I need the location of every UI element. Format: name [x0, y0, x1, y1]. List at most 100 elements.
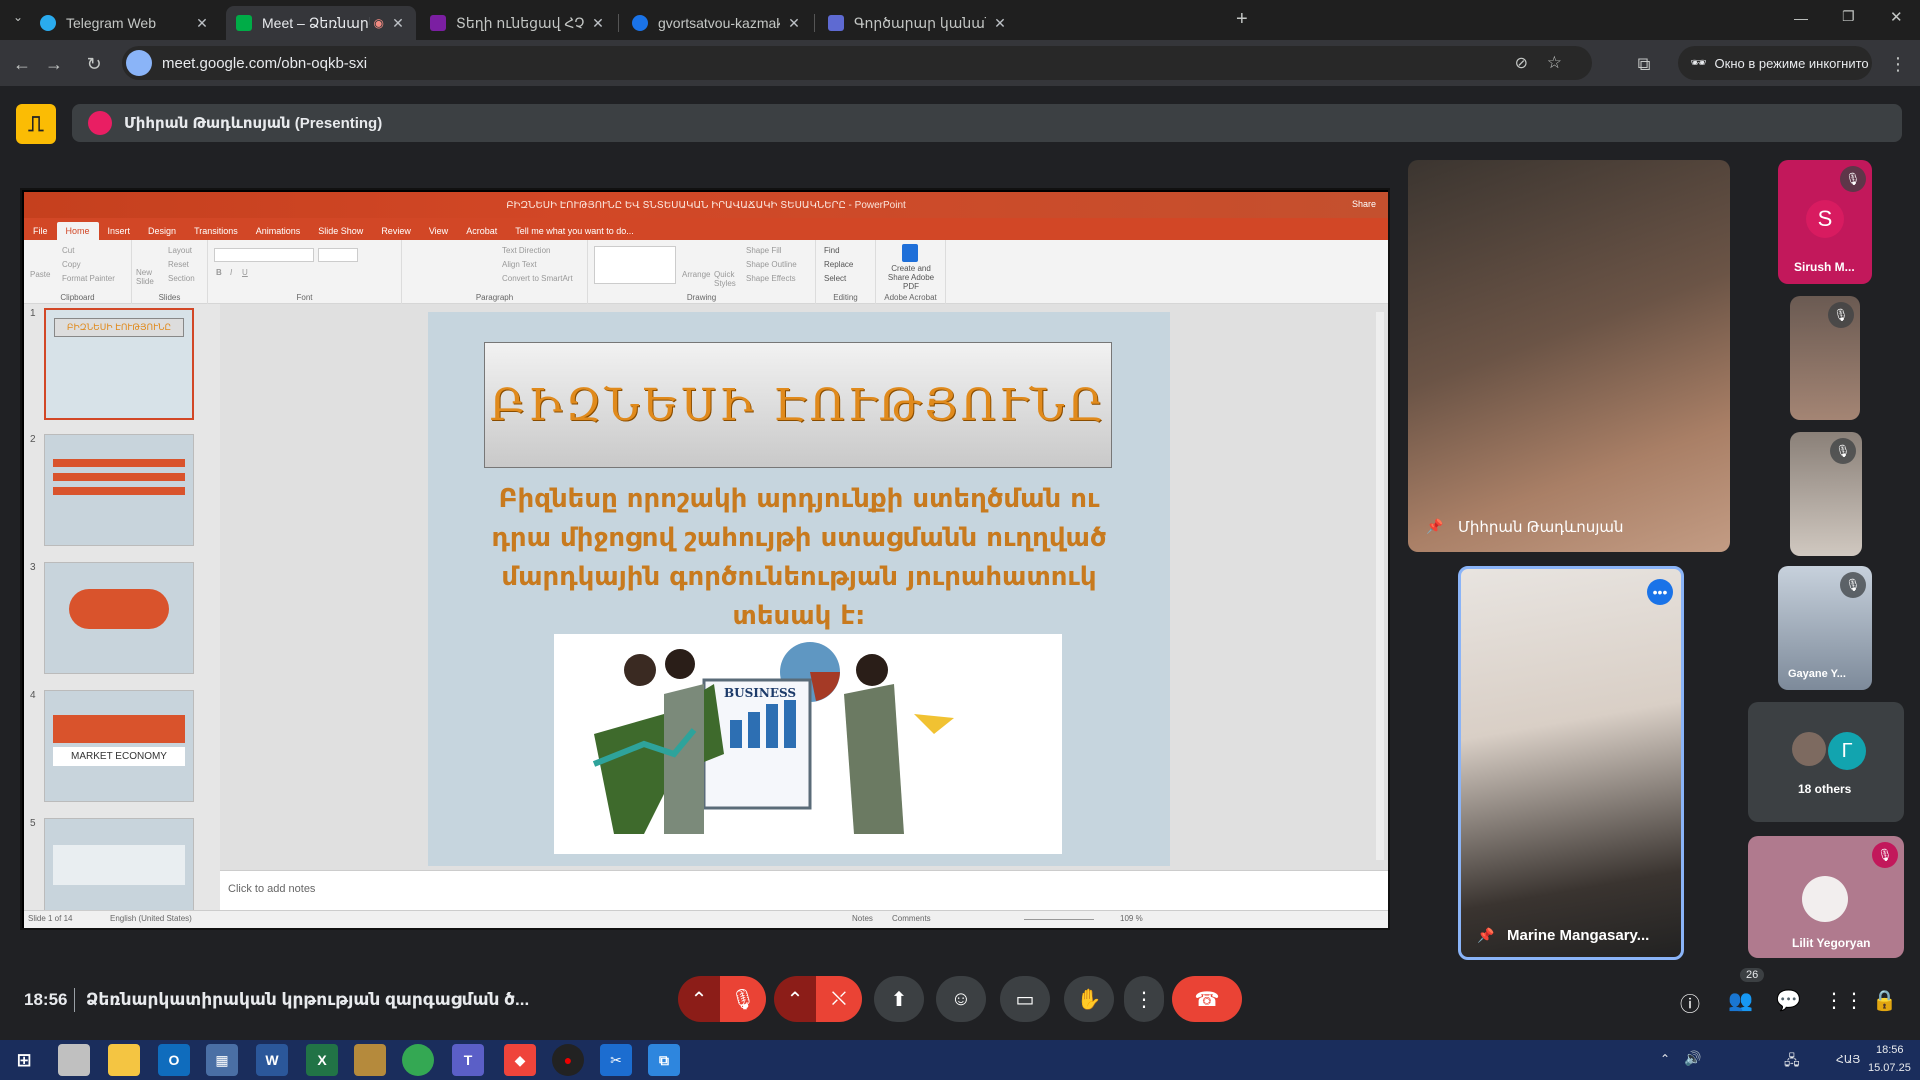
participant-tile[interactable]: 🎙 [1790, 296, 1860, 420]
arrange-button[interactable]: Arrange [682, 270, 710, 279]
others-tile[interactable]: Г 18 others [1748, 702, 1904, 822]
more-options-icon[interactable]: ••• [1647, 579, 1673, 605]
bold-button[interactable]: B [216, 268, 222, 277]
menu-icon[interactable]: ⋮ [1884, 50, 1912, 78]
calculator-icon[interactable]: ▦ [206, 1044, 238, 1076]
reset-button[interactable]: Reset [168, 260, 189, 269]
host-controls-icon[interactable]: 🔒 [1872, 988, 1897, 1013]
zoom-level[interactable]: 109 % [1120, 914, 1143, 923]
font-name-box[interactable] [214, 248, 314, 262]
more-options-button[interactable]: ⋮ [1124, 976, 1164, 1022]
chrome-icon[interactable] [402, 1044, 434, 1076]
close-icon[interactable]: ✕ [194, 15, 210, 32]
speaker-tile[interactable]: 📌 Միհրան Թադևոսյան [1408, 160, 1730, 552]
address-bar[interactable]: meet.google.com/obn-oqkb-sxi ⊘ ☆ [122, 46, 1592, 80]
slide-thumbnail[interactable] [44, 562, 194, 674]
info-icon[interactable]: ⓘ [1680, 988, 1700, 1017]
tab-search-icon[interactable]: ⌄ [8, 10, 28, 30]
notes-pane[interactable]: Click to add notes [220, 870, 1388, 910]
incognito-indicator[interactable]: 🕶 Окно в режиме инкогнито [1678, 46, 1872, 80]
business-illustration[interactable]: BUSINESS [554, 634, 1062, 854]
find-button[interactable]: Find [824, 246, 840, 255]
leave-call-button[interactable]: ☎ [1172, 976, 1242, 1022]
tab-home[interactable]: Home [56, 222, 99, 240]
zoom-slider[interactable] [1024, 919, 1094, 920]
chat-icon[interactable]: 💬 [1776, 988, 1801, 1013]
italic-button[interactable]: I [230, 268, 232, 277]
new-tab-button[interactable]: + [1236, 8, 1248, 31]
network-icon[interactable]: 🖧 [1784, 1050, 1800, 1074]
input-language[interactable]: ՀԱՅ [1836, 1053, 1860, 1066]
tab-view[interactable]: View [420, 222, 457, 240]
replace-button[interactable]: Replace [824, 260, 853, 269]
tab-design[interactable]: Design [139, 222, 185, 240]
close-icon[interactable]: ✕ [992, 15, 1008, 32]
file-explorer-icon[interactable] [108, 1044, 140, 1076]
shape-outline-button[interactable]: Shape Outline [746, 260, 797, 269]
create-pdf-button[interactable]: Create and Share Adobe PDF [880, 264, 942, 291]
text-direction-button[interactable]: Text Direction [502, 246, 550, 255]
system-date[interactable]: 15.07.25 [1868, 1062, 1911, 1074]
tab-acrobat[interactable]: Acrobat [457, 222, 506, 240]
tab-review[interactable]: Review [372, 222, 420, 240]
close-icon[interactable]: ✕ [390, 15, 406, 32]
close-window-icon[interactable]: ✕ [1890, 8, 1903, 26]
eye-off-icon[interactable]: ⊘ [1515, 53, 1528, 73]
reload-icon[interactable]: ↻ [80, 50, 108, 78]
cut-button[interactable]: Cut [62, 246, 74, 255]
share-button[interactable]: Share [1352, 199, 1376, 209]
self-tile[interactable]: ••• 📌 Marine Mangasary... [1458, 566, 1684, 960]
app-icon[interactable]: ⧉ [648, 1044, 680, 1076]
snipping-icon[interactable]: ✂ [600, 1044, 632, 1076]
tab-insert[interactable]: Insert [99, 222, 140, 240]
camera-toggle[interactable]: ⛌ [816, 976, 862, 1022]
excel-icon[interactable]: X [306, 1044, 338, 1076]
participant-tile[interactable]: 🎙 S Sirush M... [1778, 160, 1872, 284]
close-icon[interactable]: ✕ [590, 15, 606, 32]
volume-icon[interactable]: 🔊 [1684, 1050, 1701, 1067]
tray-chevron-icon[interactable]: ⌃ [1660, 1052, 1670, 1066]
site-info-icon[interactable] [126, 50, 152, 76]
slide-thumbnail[interactable] [44, 818, 194, 910]
system-clock[interactable]: 18:56 [1876, 1044, 1904, 1056]
tab-council[interactable]: Տեղի ունեցավ ՀՉԱՍ խորհրդ ✕ [420, 6, 616, 40]
slide-title[interactable]: ԲԻԶՆԵՍԻ ԷՈՒԹՅՈՒՆԸ [484, 342, 1112, 468]
select-button[interactable]: Select [824, 274, 846, 283]
slide-thumbnail[interactable]: MARKET ECONOMY [44, 690, 194, 802]
back-icon[interactable]: ← [8, 50, 36, 78]
layout-button[interactable]: Layout [168, 246, 192, 255]
activities-icon[interactable]: ⋮⋮ [1824, 988, 1864, 1013]
recorder-icon[interactable]: ● [552, 1044, 584, 1076]
tab-telegram[interactable]: Telegram Web ✕ [30, 6, 220, 40]
tab-meet[interactable]: Meet – Ձեռնարկատիրակ ◉ ✕ [226, 6, 416, 40]
section-button[interactable]: Section [168, 274, 195, 283]
font-size-box[interactable] [318, 248, 358, 262]
tab-women-club[interactable]: Գործարար կանանց ակումբ ✕ [818, 6, 1018, 40]
shape-fill-button[interactable]: Shape Fill [746, 246, 782, 255]
people-icon[interactable]: 👥 [1728, 988, 1753, 1013]
word-icon[interactable]: W [256, 1044, 288, 1076]
start-icon[interactable]: ⊞ [8, 1044, 40, 1076]
captions-button[interactable]: ▭ [1000, 976, 1050, 1022]
microphone-toggle[interactable]: 🎙 [720, 976, 766, 1022]
paste-button[interactable]: Paste [30, 270, 50, 279]
slide-body-text[interactable]: Բիզնեսը որոշակի արդյունքի ստեղծման ու դր… [428, 480, 1170, 636]
tab-animations[interactable]: Animations [247, 222, 310, 240]
quick-styles-button[interactable]: Quick Styles [714, 270, 742, 288]
align-text-button[interactable]: Align Text [502, 260, 537, 269]
language-status[interactable]: English (United States) [110, 914, 192, 923]
tab-slide-show[interactable]: Slide Show [309, 222, 372, 240]
restore-icon[interactable]: ❐ [1842, 8, 1855, 25]
video-options-button[interactable]: ⌃ [774, 976, 816, 1022]
shapes-gallery[interactable] [594, 246, 676, 284]
teams-icon[interactable]: T [452, 1044, 484, 1076]
forward-icon[interactable]: → [40, 50, 68, 78]
reactions-button[interactable]: ☺ [936, 976, 986, 1022]
slide-thumbnail[interactable]: ԲԻԶՆԵՍԻ ԷՈՒԹՅՈՒՆԸ [44, 308, 194, 420]
tab-gvortsatvou[interactable]: gvortsatvou-kazmakerpvouthy ✕ [622, 6, 812, 40]
presentation-icon[interactable]: ⎍ [16, 104, 56, 144]
close-icon[interactable]: ✕ [786, 15, 802, 32]
raise-hand-button[interactable]: ✋ [1064, 976, 1114, 1022]
notes-toggle[interactable]: Notes [852, 914, 873, 923]
audio-options-button[interactable]: ⌃ [678, 976, 720, 1022]
